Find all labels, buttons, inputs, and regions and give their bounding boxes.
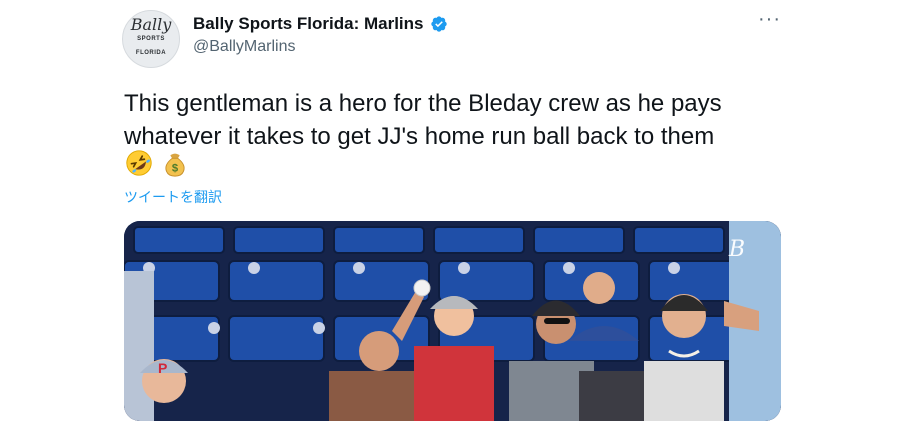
tweet-emojis: $	[124, 148, 190, 178]
bally-watermark: B	[728, 237, 745, 262]
bally-logo: Bally SPORTS FLORIDA	[123, 17, 179, 60]
svg-text:$: $	[172, 162, 179, 174]
rolling-on-floor-laughing-icon	[126, 150, 152, 176]
author-display-name-row[interactable]: Bally Sports Florida: Marlins	[193, 14, 448, 34]
author-avatar[interactable]: Bally SPORTS FLORIDA	[122, 10, 180, 68]
tweet-text: This gentleman is a hero for the Bleday …	[124, 90, 722, 150]
verified-badge-icon	[430, 16, 447, 32]
svg-text:P: P	[158, 360, 167, 376]
author-handle[interactable]: @BallyMarlins	[193, 38, 295, 56]
avatar-logo-subtext: SPORTS FLORIDA	[135, 36, 167, 56]
tweet-media-video[interactable]: P B	[124, 221, 781, 421]
stadium-fans-image: P	[124, 221, 781, 421]
more-options-icon[interactable]: ···	[758, 8, 781, 31]
money-bag-icon: $	[165, 153, 185, 177]
translate-tweet-link[interactable]: ツイートを翻訳	[124, 187, 222, 207]
author-display-name[interactable]: Bally Sports Florida: Marlins	[193, 14, 424, 34]
